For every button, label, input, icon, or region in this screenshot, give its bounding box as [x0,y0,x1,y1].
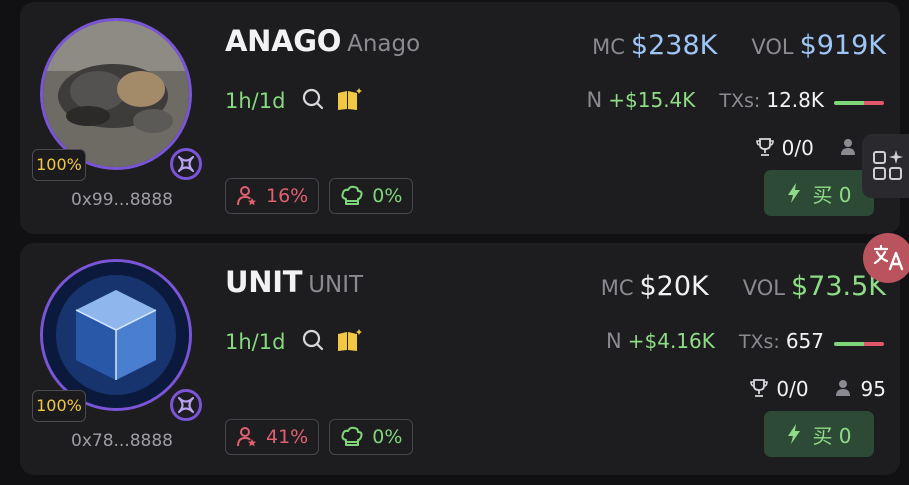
book-sparkle-icon[interactable] [335,86,363,116]
token-name: ANAGO [225,24,342,58]
buy-sell-ratio-bar [834,341,884,346]
token-name: UNIT [225,265,303,299]
buy-label: 买 0 [812,423,852,448]
top-holders-percent: 16% [266,185,309,207]
mc-value: $20K [639,271,709,302]
buy-button[interactable]: 买 0 [764,411,874,457]
dev-holding-percent: 0% [372,185,403,207]
dev-holding-tag[interactable]: 0% [329,178,414,214]
txs-value: 12.8K [766,88,824,112]
token-avatar[interactable]: 100% [32,259,202,422]
txs-label: TXs: [738,331,780,353]
net-label: N [606,329,622,353]
dev-holding-tag[interactable]: 0% [329,419,414,455]
market-stats: MC $238K VOL $919K [592,30,886,61]
search-icon[interactable] [301,87,325,115]
trophy-value: 0/0 [776,377,809,401]
txs-label: TXs: [719,90,761,112]
buy-sell-ratio-bar [834,100,884,105]
net-value: +$4.16K [627,329,715,353]
avatar-image [40,259,192,411]
extra-stats: 0/0 95 [749,377,886,401]
token-tags: 41% 0% [225,419,423,455]
person-icon [840,139,855,155]
avatar-percent-badge: 100% [32,390,86,422]
cube-art-icon [43,262,189,408]
avatar-percent-badge: 100% [32,149,86,181]
avatar-image [40,18,192,170]
search-icon[interactable] [301,328,325,356]
contract-address[interactable]: 0x78...8888 [62,431,182,451]
contract-address[interactable]: 0x99...8888 [62,190,182,210]
token-avatar[interactable]: 100% [32,18,202,181]
token-tags: 16% 0% [225,178,423,214]
dev-holding-percent: 0% [372,426,403,448]
net-value: +$15.4K [608,88,696,112]
token-ticker: Anago [347,31,421,57]
buy-button[interactable]: 买 0 [764,170,874,216]
market-stats: MC $20K VOL $73.5K [601,271,886,302]
token-title: UNIT UNIT [225,265,363,299]
vol-label: VOL [751,35,794,59]
token-meta: 1h/1d [225,327,363,357]
chain-x-icon [170,389,202,421]
translate-icon [873,244,904,271]
holders-count: 95 [860,377,886,401]
chef-hat-icon [341,426,363,446]
flow-stats: N +$4.16K TXs: 657 [606,329,886,353]
lightning-icon [788,183,801,203]
token-ticker: UNIT [308,272,364,298]
user-star-icon [237,427,256,447]
apps-grid-icon [873,150,903,180]
buy-label: 买 0 [812,182,852,207]
txs-value: 657 [785,329,824,353]
trophy-icon [755,138,774,156]
mc-value: $238K [630,30,718,61]
user-star-icon [237,186,256,206]
timeframe-label: 1h/1d [225,89,286,113]
translate-button[interactable] [863,233,909,283]
top-holders-percent: 41% [266,426,309,448]
mc-label: MC [592,35,625,59]
flow-stats: N +$15.4K TXs: 12.8K [587,88,886,112]
lightning-icon [788,424,801,444]
book-sparkle-icon[interactable] [335,327,363,357]
trophy-value: 0/0 [781,136,814,160]
net-label: N [586,88,603,112]
pig-photo-icon [43,21,189,167]
token-card[interactable]: 100% 0x78...8888 UNIT UNIT 1h/1d 41% 0% M… [20,243,900,475]
chef-hat-icon [341,185,363,205]
mc-label: MC [600,276,634,300]
token-title: ANAGO Anago [225,24,420,58]
apps-grid-button[interactable] [862,134,909,198]
top-holders-tag[interactable]: 16% [225,178,320,214]
token-meta: 1h/1d [225,86,363,116]
person-icon [835,380,850,396]
token-card[interactable]: 100% 0x99...8888 ANAGO Anago 1h/1d 16% 0%… [20,2,904,234]
timeframe-label: 1h/1d [225,330,286,354]
vol-value: $919K [799,30,886,61]
top-holders-tag[interactable]: 41% [225,419,320,455]
chain-x-icon [170,148,202,180]
vol-label: VOL [742,276,785,300]
trophy-icon [750,379,769,397]
